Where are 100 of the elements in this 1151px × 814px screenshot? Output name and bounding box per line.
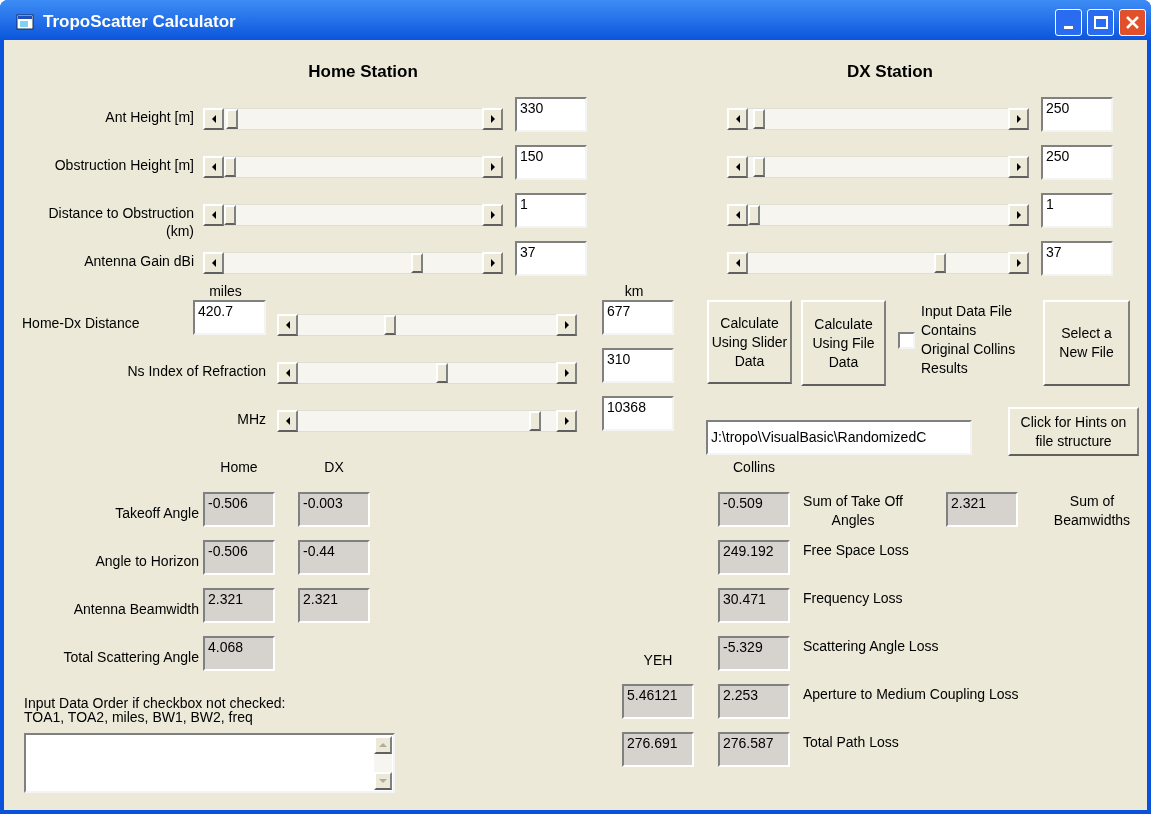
left-arrow-icon (284, 321, 291, 329)
slider-thumb[interactable] (752, 157, 765, 177)
slider-thumb[interactable] (226, 109, 239, 129)
section-heading: DX Station (846, 61, 934, 83)
right-arrow-icon (1015, 211, 1022, 219)
value-field[interactable]: 310 (602, 348, 674, 383)
scroll-left-button[interactable] (203, 156, 224, 178)
checkbox-label: Input Data File Contains Original Collins Results (921, 302, 1017, 378)
value-field[interactable]: 150 (515, 145, 587, 180)
value-field[interactable]: 420.7 (193, 300, 266, 335)
column-heading: YEH (642, 652, 674, 668)
result-label: Sum of Take Off Angles (803, 492, 903, 530)
value-field[interactable]: 37 (515, 241, 587, 276)
section-heading: Home Station (307, 61, 419, 83)
slider-thumb[interactable] (748, 205, 760, 225)
right-arrow-icon (489, 211, 496, 219)
readout-field: -0.003 (298, 492, 370, 527)
scroll-left-button[interactable] (727, 252, 748, 274)
value-field[interactable]: 330 (515, 97, 587, 132)
value-field[interactable]: 250 (1041, 145, 1113, 180)
scroll-right-button[interactable] (482, 156, 503, 178)
left-arrow-icon (210, 259, 217, 267)
scroll-left-button[interactable] (203, 204, 224, 226)
slider-thumb[interactable] (435, 363, 448, 383)
scroll-left-button[interactable] (727, 108, 748, 130)
left-arrow-icon (210, 211, 217, 219)
scroll-left-button[interactable] (277, 410, 298, 432)
slider-thumb[interactable] (384, 315, 397, 335)
scroll-right-button[interactable] (482, 108, 503, 130)
left-arrow-icon (210, 115, 217, 123)
slider-thumb[interactable] (224, 205, 236, 225)
scroll-right-button[interactable] (482, 252, 503, 274)
value-field[interactable]: 37 (1041, 241, 1113, 276)
unit-label: km (623, 282, 645, 299)
left-arrow-icon (284, 417, 291, 425)
scroll-left-button[interactable] (727, 204, 748, 226)
scroll-right-button[interactable] (556, 362, 577, 384)
readout-field: -0.506 (203, 540, 275, 575)
right-arrow-icon (489, 259, 496, 267)
window-title: TropoScatter Calculator (43, 11, 236, 33)
down-arrow-icon (379, 777, 387, 785)
result-label: Total Path Loss (803, 733, 899, 751)
readout-field: 2.321 (946, 492, 1018, 527)
right-arrow-icon (563, 417, 570, 425)
result-label: Frequency Loss (803, 589, 903, 607)
scroll-left-button[interactable] (727, 156, 748, 178)
slider-thumb[interactable] (410, 253, 423, 273)
value-field[interactable]: 10368 (602, 396, 674, 431)
readout-field: 30.471 (718, 588, 790, 623)
calculate-button[interactable]: Calculate Using Slider Data (707, 300, 792, 384)
readout-field: -0.44 (298, 540, 370, 575)
scroll-right-button[interactable] (556, 410, 577, 432)
right-arrow-icon (563, 321, 570, 329)
select-file-button[interactable]: Select a New File (1043, 300, 1130, 386)
slider-thumb[interactable] (529, 411, 542, 431)
slider-thumb[interactable] (934, 253, 946, 273)
column-heading: Home (219, 460, 259, 474)
scroll-right-button[interactable] (1008, 108, 1029, 130)
slider-thumb[interactable] (224, 157, 236, 177)
scroll-left-button[interactable] (277, 314, 298, 336)
value-field[interactable]: 677 (602, 300, 674, 335)
hints-button[interactable]: Click for Hints on file structure (1008, 407, 1139, 456)
input-order-label: Input Data Order if checkbox not checked: (24, 696, 287, 710)
readout-field: -5.329 (718, 636, 790, 671)
scroll-right-button[interactable] (1008, 252, 1029, 274)
slider-thumb[interactable] (752, 109, 765, 129)
column-heading: DX (323, 460, 345, 474)
scroll-right-button[interactable] (482, 204, 503, 226)
input-data-field[interactable] (24, 733, 395, 793)
checkbox[interactable] (898, 332, 915, 349)
scroll-left-button[interactable] (203, 108, 224, 130)
scroll-down-button[interactable] (374, 772, 392, 790)
column-heading: Collins (732, 460, 776, 474)
right-arrow-icon (489, 163, 496, 171)
calculate-button[interactable]: Calculate Using File Data (801, 300, 886, 386)
right-arrow-icon (563, 369, 570, 377)
right-arrow-icon (1015, 115, 1022, 123)
maximize-icon (1093, 15, 1108, 29)
scroll-up-button[interactable] (374, 736, 392, 754)
minimize-button[interactable] (1055, 8, 1082, 36)
scroll-left-button[interactable] (203, 252, 224, 274)
file-path-field[interactable]: J:\tropo\VisualBasic\RandomizedC (706, 420, 972, 455)
readout-field: 4.068 (203, 636, 275, 671)
value-field[interactable]: 1 (1041, 193, 1113, 228)
right-arrow-icon (1015, 259, 1022, 267)
right-arrow-icon (489, 115, 496, 123)
close-icon (1126, 15, 1139, 29)
field-label: Distance to Obstruction (km) (47, 204, 194, 240)
scroll-right-button[interactable] (1008, 156, 1029, 178)
scroll-right-button[interactable] (1008, 204, 1029, 226)
maximize-button[interactable] (1087, 8, 1114, 36)
field-label: Angle to Horizon (94, 552, 199, 570)
close-button[interactable] (1119, 8, 1146, 36)
scroll-left-button[interactable] (277, 362, 298, 384)
readout-field: 249.192 (718, 540, 790, 575)
result-label: Scattering Angle Loss (803, 637, 939, 655)
value-field[interactable]: 1 (515, 193, 587, 228)
readout-field: 2.321 (203, 588, 275, 623)
scroll-right-button[interactable] (556, 314, 577, 336)
value-field[interactable]: 250 (1041, 97, 1113, 132)
